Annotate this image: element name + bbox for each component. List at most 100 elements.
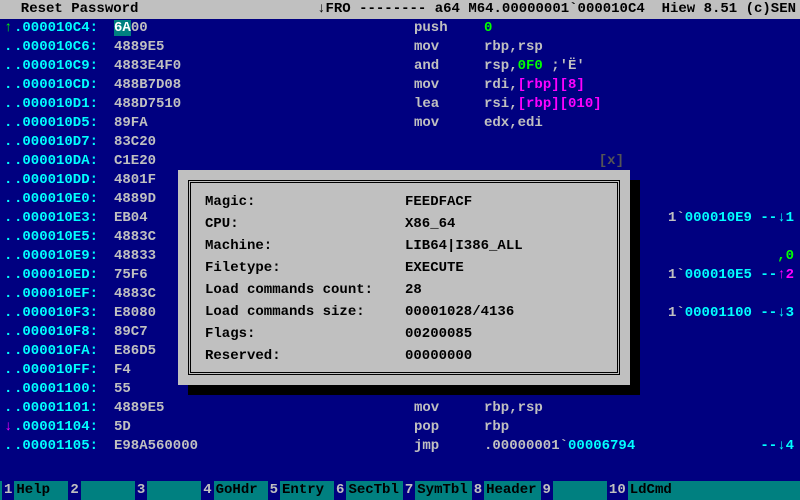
address: .000010E9: (14, 247, 114, 266)
address: .00001101: (14, 399, 114, 418)
field-key: Load commands size: (205, 303, 405, 325)
operands: edx,edi (484, 114, 543, 133)
address: .000010DA: (14, 152, 114, 171)
arrow-down-icon: ↓3 (777, 305, 794, 321)
title-bar: Reset Password ↓ FRO -------- a64 M64.00… (0, 0, 800, 19)
asm-row[interactable]: ..00001105:E98A560000jmp.00000001`000067… (4, 437, 796, 456)
arrow-down-icon: ↓ (317, 0, 325, 19)
field-value: 28 (405, 281, 422, 303)
hex-bytes: 5D (114, 418, 414, 437)
address: .000010F8: (14, 323, 114, 342)
fkey-9[interactable]: 9 (541, 481, 605, 500)
xref: 1`000010E5 --↑2 (668, 266, 794, 285)
hex-bytes: 4883E4F0 (114, 57, 414, 76)
asm-row[interactable]: ↑.000010C4:6A00push0 (4, 19, 796, 38)
address: .000010FA: (14, 342, 114, 361)
address: .000010D5: (14, 114, 114, 133)
address: .000010CD: (14, 76, 114, 95)
fkey-1[interactable]: 1Help (2, 481, 66, 500)
asm-row[interactable]: ..00001101:4889E5movrbp,rsp (4, 399, 796, 418)
arch-label: a64 M64.00000001`000010C4 (435, 0, 645, 19)
operands: rsp,0F0 ;'Ë' (484, 57, 585, 76)
fkey-6[interactable]: 6SecTbl (334, 481, 401, 500)
fkey-3[interactable]: 3 (135, 481, 199, 500)
asm-row[interactable]: ..000010D1:488D7510learsi,[rbp][010] (4, 95, 796, 114)
operands: .00000001`00006794 (484, 437, 635, 456)
address: .00001105: (14, 437, 114, 456)
fkey-7[interactable]: 7SymTbl (403, 481, 470, 500)
arrow-down-icon: ↓4 (777, 438, 794, 454)
address: .000010C6: (14, 38, 114, 57)
address: .00001104: (14, 418, 114, 437)
mnemonic: mov (414, 76, 484, 95)
mnemonic: mov (414, 399, 484, 418)
operands: rsi,[rbp][010] (484, 95, 602, 114)
address: .00001100: (14, 380, 114, 399)
header-dialog: [x] Magic:FEEDFACFCPU:X86_64Machine:LIB6… (178, 170, 630, 385)
asm-row[interactable]: ..000010D5:89FAmovedx,edi (4, 114, 796, 133)
dashes: -------- (359, 0, 426, 19)
address: .000010E3: (14, 209, 114, 228)
address: .000010C9: (14, 57, 114, 76)
address: .000010E0: (14, 190, 114, 209)
mnemonic: and (414, 57, 484, 76)
field-key: Load commands count: (205, 281, 405, 303)
field-value: 00001028/4136 (405, 303, 514, 325)
gutter-arrow-icon: ↓ (4, 418, 14, 437)
operands: rbp (484, 418, 509, 437)
dialog-field: Load commands count:28 (205, 281, 603, 303)
fkey-2[interactable]: 2 (68, 481, 132, 500)
field-value: 00000000 (405, 347, 472, 369)
xref: 1`000010E9 --↓1 (668, 209, 794, 228)
function-key-bar: 1Help234GoHdr5Entry6SecTbl7SymTbl8Header… (0, 481, 800, 500)
asm-row[interactable]: ..000010DA:C1E20 (4, 152, 796, 171)
field-key: Machine: (205, 237, 405, 259)
asm-row[interactable]: ↓.00001104:5Dpoprbp (4, 418, 796, 437)
hex-bytes: 488D7510 (114, 95, 414, 114)
address: .000010D7: (14, 133, 114, 152)
address: .000010D1: (14, 95, 114, 114)
xref: --↓4 (752, 437, 794, 456)
fkey-8[interactable]: 8Header (472, 481, 539, 500)
fkey-4[interactable]: 4GoHdr (201, 481, 265, 500)
hex-bytes: C1E20 (114, 152, 414, 171)
mnemonic: jmp (414, 437, 484, 456)
mnemonic: mov (414, 38, 484, 57)
hex-bytes: E98A560000 (114, 437, 414, 456)
fkey-10[interactable]: 10LdCmd (607, 481, 680, 500)
asm-row[interactable]: ..000010C6:4889E5movrbp,rsp (4, 38, 796, 57)
hex-bytes: 83C20 (114, 133, 414, 152)
dialog-body: Magic:FEEDFACFCPU:X86_64Machine:LIB64|I3… (188, 180, 620, 375)
operands: rdi,[rbp][8] (484, 76, 585, 95)
address: .000010F3: (14, 304, 114, 323)
address: .000010E5: (14, 228, 114, 247)
mnemonic: lea (414, 95, 484, 114)
dialog-field: Magic:FEEDFACF (205, 193, 603, 215)
hex-bytes: 6A00 (114, 19, 414, 38)
fkey-5[interactable]: 5Entry (268, 481, 332, 500)
field-key: Magic: (205, 193, 405, 215)
dialog-field: Load commands size:00001028/4136 (205, 303, 603, 325)
address: .000010ED: (14, 266, 114, 285)
dialog-field: CPU:X86_64 (205, 215, 603, 237)
arrow-down-icon: ↓1 (777, 210, 794, 226)
operands: rbp,rsp (484, 399, 543, 418)
field-key: Filetype: (205, 259, 405, 281)
field-key: CPU: (205, 215, 405, 237)
operands: rbp,rsp (484, 38, 543, 57)
dialog-field: Flags:00200085 (205, 325, 603, 347)
asm-row[interactable]: ..000010CD:488B7D08movrdi,[rbp][8] (4, 76, 796, 95)
address: .000010C4: (14, 19, 114, 38)
dialog-field: Reserved:00000000 (205, 347, 603, 369)
mnemonic: pop (414, 418, 484, 437)
mode-label: FRO (325, 0, 350, 19)
field-value: LIB64|I386_ALL (405, 237, 523, 259)
field-value: 00200085 (405, 325, 472, 347)
xref: 1`00001100 --↓3 (668, 304, 794, 323)
asm-row[interactable]: ..000010C9:4883E4F0andrsp,0F0 ;'Ë' (4, 57, 796, 76)
dialog-field: Machine:LIB64|I386_ALL (205, 237, 603, 259)
field-key: Flags: (205, 325, 405, 347)
asm-row[interactable]: ..000010D7:83C20 (4, 133, 796, 152)
hex-bytes: 4889E5 (114, 38, 414, 57)
close-icon[interactable]: [x] (599, 152, 624, 171)
